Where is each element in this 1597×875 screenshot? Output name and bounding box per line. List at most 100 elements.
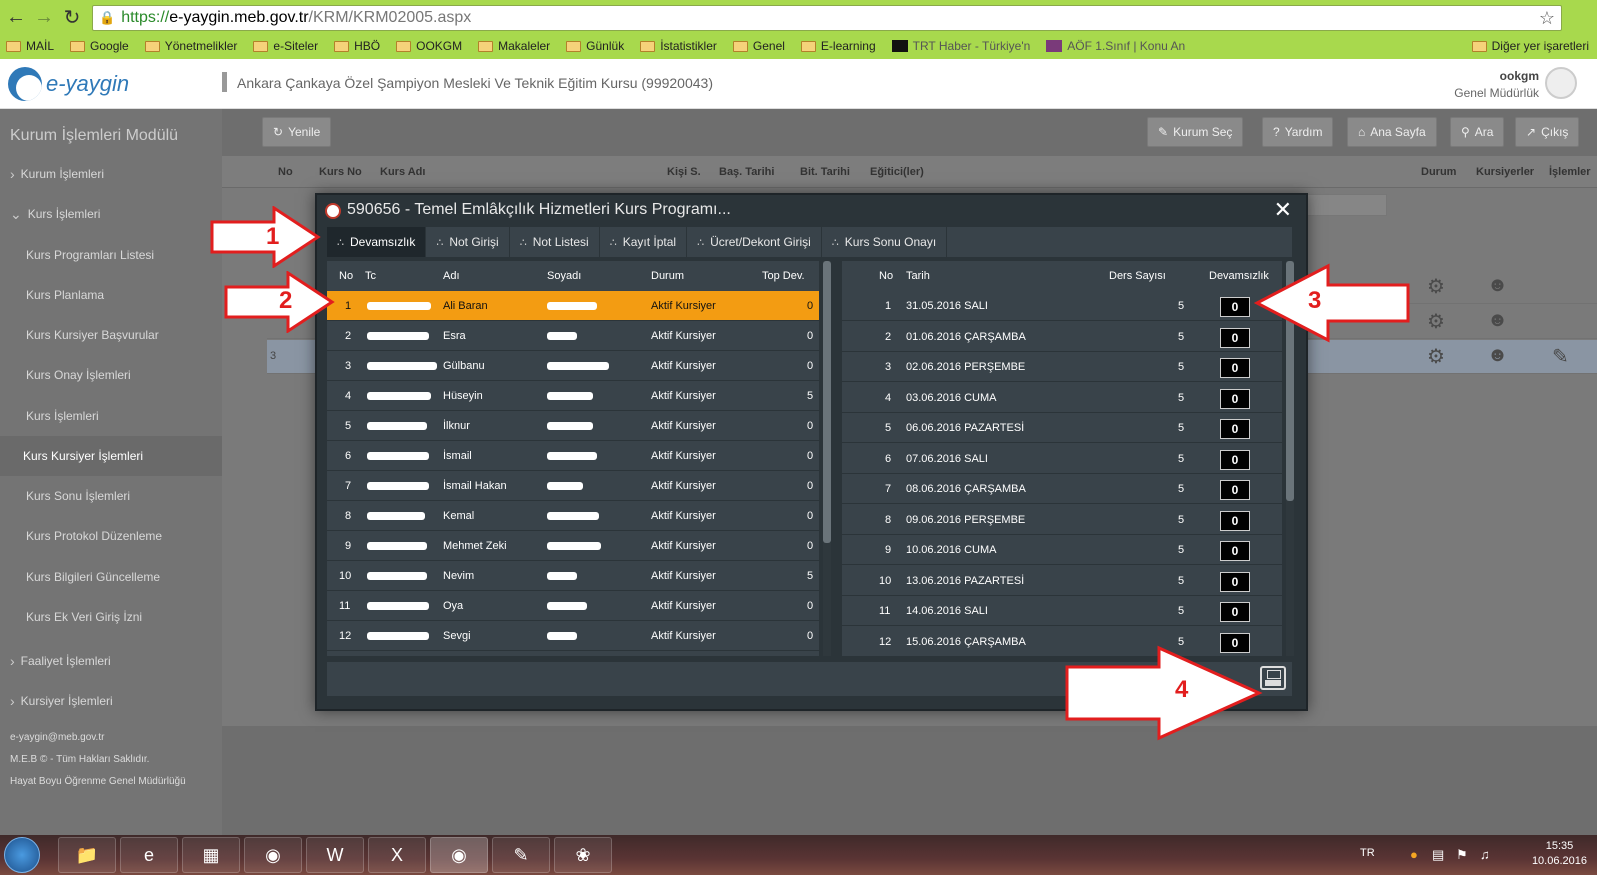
select-institution-button[interactable]: ✎ Kurum Seç [1147, 117, 1244, 147]
settings-gear-icon[interactable]: ⚙ [1427, 344, 1445, 369]
explorer-folder-icon[interactable]: 📁 [58, 837, 116, 873]
absence-input[interactable]: 0 [1220, 419, 1250, 439]
sidebar-item-label: Kurs Onay İşlemleri [26, 368, 131, 382]
sidebar-item[interactable]: Kurs Protokol Düzenleme [0, 516, 222, 556]
sidebar-item[interactable]: › Faaliyet İşlemleri [0, 641, 222, 681]
session-date: 01.06.2016 ÇARŞAMBA [906, 330, 1026, 343]
logout-button[interactable]: ↗ Çıkış [1515, 117, 1580, 147]
absence-input[interactable]: 0 [1220, 571, 1250, 592]
tab-4[interactable]: ∴ Ücret/Dekont Girişi [687, 227, 822, 257]
bookmark-item[interactable]: Makaleler [478, 39, 550, 53]
chrome-active-icon[interactable]: ◉ [430, 837, 488, 873]
tab-0[interactable]: ∴ Devamsızlık [327, 227, 427, 257]
home-button[interactable]: ⌂ Ana Sayfa [1347, 117, 1437, 147]
edit-list-icon[interactable]: ✎ [1552, 344, 1569, 369]
bookmark-star-icon[interactable]: ☆ [1539, 8, 1555, 29]
absence-input[interactable]: 0 [1220, 358, 1250, 378]
trainee-status: Aktif Kursiyer [651, 360, 716, 372]
sidebar-item[interactable]: Kurs Planlama [0, 275, 222, 315]
settings-gear-icon[interactable]: ⚙ [1427, 309, 1445, 334]
word-icon[interactable]: W [306, 837, 364, 873]
bookmark-item[interactable]: e-Siteler [253, 39, 318, 53]
trainee-row[interactable]: 11 Oya Aktif Kursiyer 0 [327, 591, 819, 621]
sidebar-item[interactable]: › Kursiyer İşlemleri [0, 681, 222, 721]
users-icon[interactable]: ☻ [1487, 344, 1508, 367]
sidebar-item[interactable]: Kurs Programları Listesi [0, 235, 222, 275]
bookmark-item[interactable]: Google [70, 39, 129, 53]
file-cabinet-icon[interactable]: ▦ [182, 837, 240, 873]
bookmark-item[interactable]: MAİL [6, 39, 54, 53]
volume-icon[interactable]: ♫ [1480, 847, 1490, 862]
flag-icon[interactable]: ⚑ [1456, 847, 1468, 863]
absence-input[interactable]: 0 [1220, 541, 1250, 561]
sync-icon[interactable]: ● [1410, 847, 1418, 862]
bookmark-item[interactable]: E-learning [800, 39, 876, 53]
bookmark-item[interactable]: HBÖ [334, 39, 380, 53]
sidebar-item[interactable]: Kurs İşlemleri [0, 396, 222, 436]
network-icon[interactable]: ▤ [1432, 847, 1444, 863]
tab-2[interactable]: ∴ Not Listesi [510, 227, 600, 257]
absence-input[interactable]: 0 [1220, 449, 1250, 470]
tab-3[interactable]: ∴ Kayıt İptal [600, 227, 688, 257]
sidebar-item[interactable]: Kurs Kursiyer Başvurular [0, 315, 222, 355]
refresh-button[interactable]: ↻ Yenile [262, 117, 332, 147]
language-indicator[interactable]: TR [1360, 847, 1375, 859]
trainee-row[interactable]: 10 Nevim Aktif Kursiyer 5 [327, 561, 819, 591]
sidebar-item[interactable]: Kurs Kursiyer İşlemleri [0, 436, 222, 476]
bookmark-other[interactable]: Diğer yer işaretleri [1471, 35, 1589, 57]
bookmarks-bar: MAİL Google Yönetmelikler e-Siteler HBÖ OOKGM… [0, 35, 1597, 57]
absence-input[interactable]: 0 [1220, 602, 1250, 622]
settings-gear-icon[interactable]: ⚙ [1427, 274, 1445, 299]
start-button-icon[interactable] [4, 837, 40, 873]
trainee-row[interactable]: 5 İlknur Aktif Kursiyer 0 [327, 411, 819, 441]
bookmark-item[interactable]: OOKGM [396, 39, 462, 53]
sidebar-item[interactable]: › Kurum İşlemleri [0, 154, 222, 194]
trainee-row[interactable]: 6 İsmail Aktif Kursiyer 0 [327, 441, 819, 471]
bookmark-item[interactable]: İstatistikler [640, 39, 717, 53]
trainee-row[interactable]: 9 Mehmet Zeki Aktif Kursiyer 0 [327, 531, 819, 561]
search-button[interactable]: ⚲ Ara [1450, 117, 1505, 147]
sidebar-item[interactable]: Kurs Sonu İşlemleri [0, 476, 222, 516]
internet-explorer-icon[interactable]: e [120, 837, 178, 873]
avatar-icon[interactable] [1545, 67, 1577, 99]
bookmark-item[interactable]: Günlük [566, 39, 624, 53]
trainee-row[interactable]: 4 Hüseyin Aktif Kursiyer 5 [327, 381, 819, 411]
help-button[interactable]: ? Yardım [1262, 117, 1334, 147]
absence-input[interactable]: 0 [1220, 480, 1250, 500]
sidebar-item[interactable]: Kurs Ek Veri Giriş İzni [0, 597, 222, 637]
bookmark-item[interactable]: TRT Haber - Türkiye'n [891, 39, 1030, 53]
bookmark-item[interactable]: AÖF 1.Sınıf | Konu An [1046, 39, 1185, 53]
trainee-row[interactable]: 7 İsmail Hakan Aktif Kursiyer 0 [327, 471, 819, 501]
absence-input[interactable]: 0 [1220, 327, 1250, 348]
back-arrow-icon[interactable]: ← [4, 5, 28, 29]
trainee-row[interactable]: 12 Sevgi Aktif Kursiyer 0 [327, 621, 819, 651]
users-icon[interactable]: ☻ [1487, 309, 1508, 332]
absence-input[interactable]: 0 [1220, 388, 1250, 409]
trainee-row[interactable]: 1 Ali Baran Aktif Kursiyer 0 [327, 291, 819, 321]
trainee-row[interactable]: 3 Gülbanu Aktif Kursiyer 0 [327, 351, 819, 381]
logo[interactable]: e-yaygin [8, 67, 129, 101]
clock[interactable]: 15:35 10.06.2016 [1532, 839, 1587, 869]
address-bar[interactable]: 🔒 https:// e-yaygin.meb.gov.tr /KRM/KRM0… [92, 5, 1562, 31]
sidebar-item[interactable]: Kurs Bilgileri Güncelleme [0, 557, 222, 597]
users-icon[interactable]: ☻ [1487, 274, 1508, 297]
sidebar-item[interactable]: ⌄ Kurs İşlemleri [0, 194, 222, 234]
bookmark-item[interactable]: Genel [732, 39, 785, 53]
tab-1[interactable]: ∴ Not Girişi [426, 227, 510, 257]
forward-arrow-icon[interactable]: → [32, 5, 56, 29]
trainee-row[interactable]: 2 Esra Aktif Kursiyer 0 [327, 321, 819, 351]
scroll-thumb[interactable] [823, 261, 831, 543]
absence-input[interactable]: 0 [1220, 297, 1250, 317]
absence-input[interactable]: 0 [1220, 510, 1250, 531]
notepad-icon[interactable]: ✎ [492, 837, 550, 873]
chrome-icon[interactable]: ◉ [244, 837, 302, 873]
bookmark-item[interactable]: Yönetmelikler [144, 39, 237, 53]
close-icon[interactable]: ✕ [1274, 197, 1292, 223]
reload-icon[interactable]: ↻ [60, 5, 84, 29]
paint-icon[interactable]: ❀ [554, 837, 612, 873]
trainee-scrollbar[interactable] [823, 261, 831, 656]
trainee-row[interactable]: 8 Kemal Aktif Kursiyer 0 [327, 501, 819, 531]
excel-icon[interactable]: X [368, 837, 426, 873]
tab-5[interactable]: ∴ Kurs Sonu Onayı [822, 227, 948, 257]
sidebar-item[interactable]: Kurs Onay İşlemleri [0, 355, 222, 395]
